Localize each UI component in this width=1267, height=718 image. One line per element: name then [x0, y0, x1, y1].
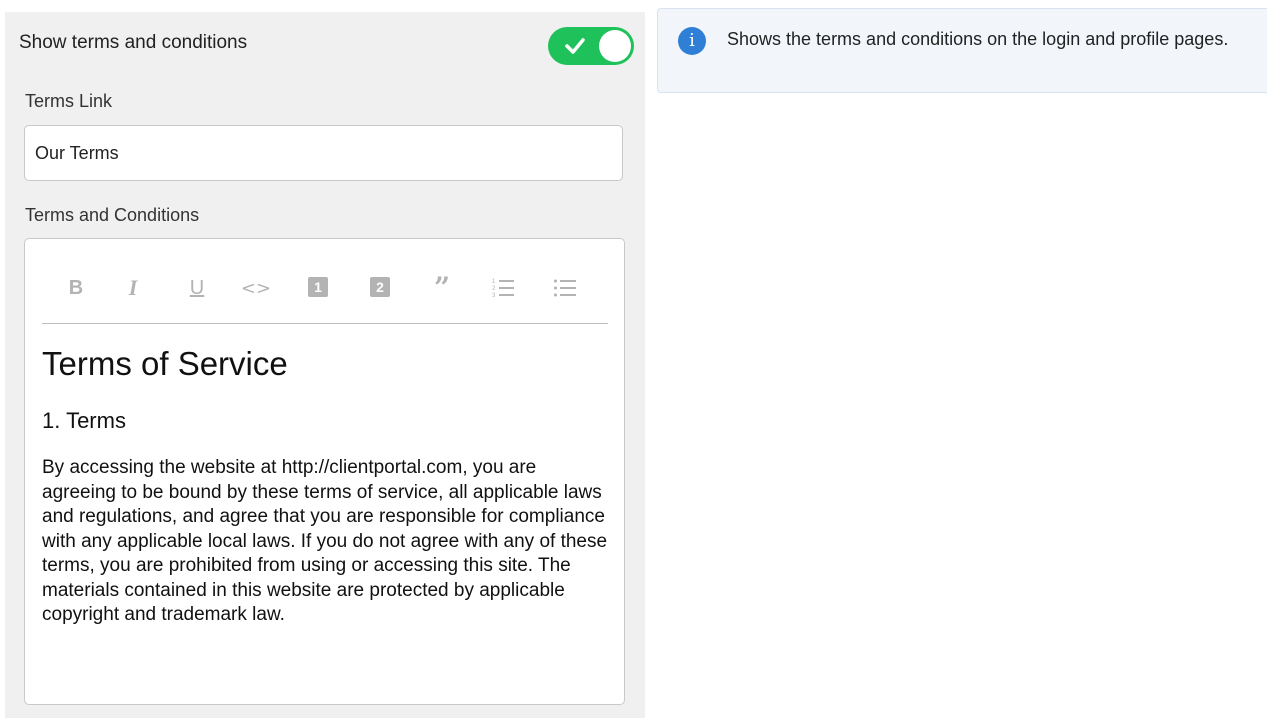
terms-paragraph: By accessing the website at http://clien… — [42, 457, 608, 625]
code-button[interactable]: <> — [239, 271, 273, 305]
checkmark-icon — [565, 38, 585, 54]
editor-toolbar: B I U <> 1 2 ” 1 2 3 — [42, 239, 608, 324]
terms-conditions-label: Terms and Conditions — [25, 205, 200, 225]
svg-text:3: 3 — [492, 293, 496, 299]
heading-1-icon: 1 — [308, 277, 328, 297]
bold-button[interactable]: B — [59, 271, 93, 305]
info-box: i Shows the terms and conditions on the … — [657, 8, 1267, 93]
svg-text:1: 1 — [492, 279, 496, 285]
editor-content[interactable]: Terms of Service 1. Terms By accessing t… — [42, 344, 612, 628]
quote-icon: ” — [433, 271, 451, 304]
info-text: Shows the terms and conditions on the lo… — [727, 29, 1229, 49]
ordered-list-icon: 1 2 3 — [492, 279, 514, 299]
ordered-list-button[interactable]: 1 2 3 — [486, 271, 520, 305]
section-heading: 1. Terms — [42, 408, 126, 433]
heading-2-icon: 2 — [370, 277, 390, 297]
toggle-knob — [599, 30, 631, 62]
quote-button[interactable]: ” — [425, 271, 459, 305]
svg-text:2: 2 — [492, 286, 496, 292]
underline-button[interactable]: U — [180, 271, 214, 305]
terms-link-label: Terms Link — [25, 91, 113, 111]
heading-2-button[interactable]: 2 — [363, 271, 397, 305]
bullet-list-icon — [554, 279, 576, 297]
code-icon: <> — [240, 278, 272, 299]
italic-button[interactable]: I — [116, 271, 150, 305]
svg-text:2: 2 — [376, 279, 384, 295]
show-terms-toggle[interactable] — [548, 27, 634, 65]
svg-text:1: 1 — [314, 279, 322, 295]
bullet-list-button[interactable] — [548, 271, 582, 305]
terms-link-input[interactable] — [24, 125, 623, 181]
italic-icon: I — [128, 275, 138, 300]
terms-editor[interactable]: B I U <> 1 2 ” 1 2 3 Terms of Service 1.… — [24, 238, 625, 705]
bold-icon: B — [68, 277, 84, 299]
show-terms-label: Show terms and conditions — [19, 32, 248, 53]
heading-1-button[interactable]: 1 — [301, 271, 335, 305]
underline-icon: U — [189, 277, 205, 299]
document-title: Terms of Service — [42, 345, 288, 382]
info-icon: i — [678, 27, 706, 55]
